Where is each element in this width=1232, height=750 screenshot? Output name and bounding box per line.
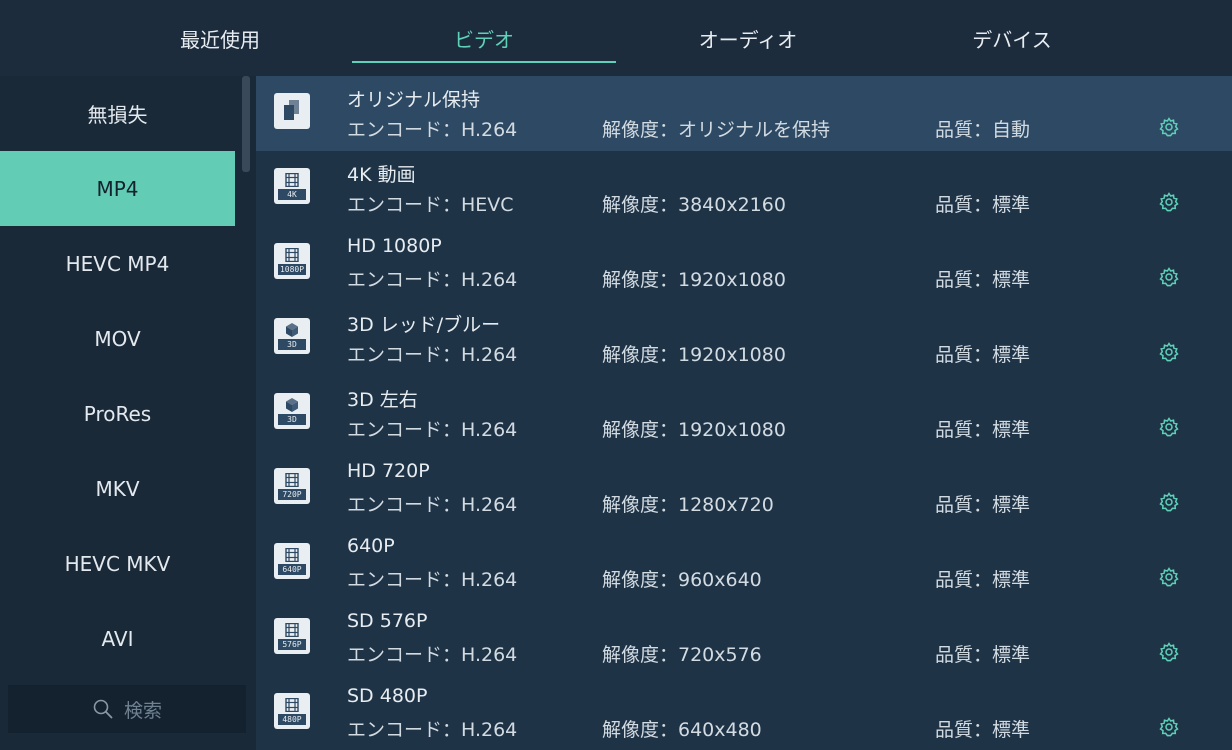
- copy-icon: [274, 93, 310, 129]
- format-row[interactable]: 3D 3D 左右エンコード：H.264 解像度：1920x1080 品質：標準: [256, 376, 1232, 451]
- format-name: HD 720P: [347, 460, 430, 482]
- format-quality: 品質：標準: [935, 419, 1031, 441]
- sidebar-item-avi[interactable]: AVI: [0, 601, 235, 676]
- format-badge: 3D: [278, 339, 306, 350]
- format-row[interactable]: 480P SD 480P エンコード：H.264 解像度：640x480 品質：標準: [256, 676, 1232, 750]
- format-encode: エンコード：H.264: [347, 269, 518, 291]
- format-row[interactable]: 640P 640P エンコード：H.264 解像度：960x640 品質：標準: [256, 526, 1232, 601]
- sidebar-item-prores[interactable]: ProRes: [0, 376, 235, 451]
- format-row[interactable]: 576P SD 576P エンコード：H.264 解像度：720x576 品質：標準: [256, 601, 1232, 676]
- container-sidebar: 無損失 MP4 HEVC MP4 MOV ProRes MKV HEVC MKV…: [0, 76, 256, 750]
- format-row[interactable]: 4K 4K 動画エンコード：HEVC 解像度：3840x2160 品質：標準: [256, 151, 1232, 226]
- format-resolution: 解像度：720x576: [602, 644, 762, 666]
- gear-icon[interactable]: [1158, 116, 1180, 138]
- format-list: オリジナル保持 エンコード：H.264 解像度：オリジナルを保持 品質：自動 4K 4K …: [256, 76, 1232, 750]
- format-resolution: 解像度：640x480: [602, 719, 762, 741]
- format-row[interactable]: 720P HD 720P エンコード：H.264 解像度：1280x720 品質：標準: [256, 451, 1232, 526]
- format-name: SD 480P: [347, 685, 428, 707]
- format-row[interactable]: 3D 3D レッド/ブルー エンコード：H.264 解像度：1920x1080 品質：標…: [256, 301, 1232, 376]
- format-name: HD 1080P: [347, 235, 442, 257]
- format-resolution: 解像度：1920x1080: [602, 344, 786, 366]
- film-icon: 1080P: [274, 243, 310, 279]
- film-icon: 480P: [274, 693, 310, 729]
- sidebar-item-lossless[interactable]: 無損失: [0, 76, 235, 151]
- format-resolution: 解像度：オリジナルを保持: [602, 119, 831, 141]
- format-badge: 640P: [278, 564, 306, 575]
- format-encode: エンコード：H.264: [347, 644, 518, 666]
- film-icon: 4K: [274, 168, 310, 204]
- format-badge: 3D: [278, 414, 306, 425]
- tab-audio[interactable]: オーディオ: [618, 0, 878, 76]
- sidebar-scrollbar[interactable]: [242, 76, 250, 172]
- film-icon: 576P: [274, 618, 310, 654]
- category-tabs: 最近使用 ビデオ オーディオ デバイス: [0, 0, 1232, 76]
- format-resolution: 解像度：3840x2160: [602, 194, 786, 216]
- format-encode: エンコード：H.264: [347, 719, 518, 741]
- search-input[interactable]: 検索: [8, 685, 246, 733]
- format-name: 640P: [347, 535, 395, 557]
- format-name: 3D レッド/ブルー: [347, 314, 501, 336]
- format-row[interactable]: オリジナル保持エンコード：H.264 解像度：オリジナルを保持 品質：自動: [256, 76, 1232, 151]
- format-quality: 品質：標準: [935, 344, 1031, 366]
- gear-icon[interactable]: [1158, 416, 1180, 438]
- format-encode: エンコード：H.264: [347, 494, 518, 516]
- format-quality: 品質：標準: [935, 569, 1031, 591]
- format-encode: エンコード：H.264: [347, 569, 518, 591]
- format-quality: 品質：標準: [935, 494, 1031, 516]
- format-encode: エンコード：H.264: [347, 119, 518, 141]
- search-icon: [93, 699, 113, 719]
- cube-icon: 3D: [274, 318, 310, 354]
- format-badge: 480P: [278, 714, 306, 725]
- format-name: 3D 左右: [347, 389, 418, 411]
- gear-icon[interactable]: [1158, 491, 1180, 513]
- gear-icon[interactable]: [1158, 341, 1180, 363]
- format-resolution: 解像度：1920x1080: [602, 269, 786, 291]
- format-encode: エンコード：HEVC: [347, 194, 514, 216]
- format-encode: エンコード：H.264: [347, 344, 518, 366]
- format-name: SD 576P: [347, 610, 428, 632]
- gear-icon[interactable]: [1158, 266, 1180, 288]
- film-icon: 640P: [274, 543, 310, 579]
- gear-icon[interactable]: [1158, 566, 1180, 588]
- format-badge: 4K: [278, 189, 306, 200]
- film-icon: 720P: [274, 468, 310, 504]
- tab-device[interactable]: デバイス: [882, 0, 1142, 76]
- cube-icon: 3D: [274, 393, 310, 429]
- format-badge: 720P: [278, 489, 306, 500]
- format-quality: 品質：標準: [935, 719, 1031, 741]
- sidebar-item-mkv[interactable]: MKV: [0, 451, 235, 526]
- sidebar-item-hevc-mkv[interactable]: HEVC MKV: [0, 526, 235, 601]
- sidebar-item-hevc-mp4[interactable]: HEVC MP4: [0, 226, 235, 301]
- sidebar-item-mov[interactable]: MOV: [0, 301, 235, 376]
- format-badge: 1080P: [278, 264, 306, 275]
- search-placeholder: 検索: [123, 699, 162, 722]
- format-picker: 最近使用 ビデオ オーディオ デバイス 無損失 MP4 HEVC MP4 MOV…: [0, 0, 1232, 750]
- gear-icon[interactable]: [1158, 191, 1180, 213]
- active-tab-indicator: [352, 61, 616, 63]
- format-name: オリジナル保持: [347, 89, 481, 111]
- format-quality: 品質：標準: [935, 644, 1031, 666]
- format-encode: エンコード：H.264: [347, 419, 518, 441]
- format-badge: 576P: [278, 639, 306, 650]
- format-row[interactable]: 1080P HD 1080P エンコード：H.264 解像度：1920x1080 品質：…: [256, 226, 1232, 301]
- gear-icon[interactable]: [1158, 641, 1180, 663]
- format-resolution: 解像度：1920x1080: [602, 419, 786, 441]
- format-resolution: 解像度：960x640: [602, 569, 762, 591]
- format-name: 4K 動画: [347, 164, 416, 186]
- format-quality: 品質：標準: [935, 194, 1031, 216]
- format-quality: 品質：標準: [935, 269, 1031, 291]
- tab-video[interactable]: ビデオ: [354, 0, 614, 76]
- format-resolution: 解像度：1280x720: [602, 494, 774, 516]
- sidebar-item-mp4[interactable]: MP4: [0, 151, 235, 226]
- format-quality: 品質：自動: [935, 119, 1031, 141]
- tab-recent[interactable]: 最近使用: [90, 0, 350, 76]
- gear-icon[interactable]: [1158, 716, 1180, 738]
